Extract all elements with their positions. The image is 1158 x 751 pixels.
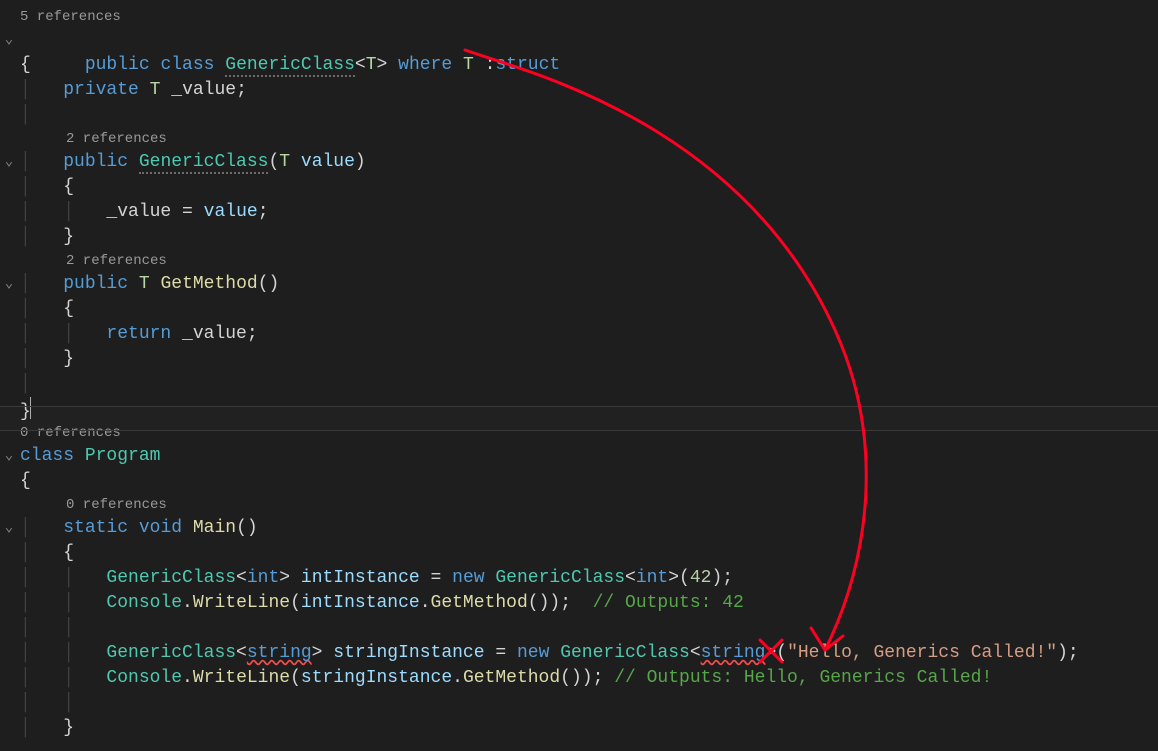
brace-open: { xyxy=(63,543,74,563)
keyword-public: public xyxy=(85,55,150,75)
keyword-return: return xyxy=(106,324,171,344)
code-line[interactable]: ⌄ class Program xyxy=(0,444,1158,469)
keyword-where: where xyxy=(398,55,452,75)
code-line[interactable]: │ xyxy=(0,372,1158,397)
class-name: GenericClass xyxy=(225,55,355,77)
codelens-row: 5 references xyxy=(0,6,1158,28)
type-string-error: string xyxy=(701,643,766,663)
code-line[interactable]: ⌄ │ static void Main() xyxy=(0,516,1158,541)
type-parameter: T xyxy=(150,80,161,100)
class-name: Program xyxy=(85,446,161,466)
constructor-name: GenericClass xyxy=(139,152,269,174)
local-variable: intInstance xyxy=(301,593,420,613)
code-line[interactable]: │ { xyxy=(0,175,1158,200)
brace-open: { xyxy=(20,471,31,491)
text-caret xyxy=(30,397,32,419)
chevron-down-icon[interactable]: ⌄ xyxy=(0,272,18,297)
code-line[interactable]: │ } xyxy=(0,225,1158,250)
code-line[interactable]: │ │ xyxy=(0,691,1158,716)
type-parameter: T xyxy=(279,152,290,172)
keyword-public: public xyxy=(63,274,128,294)
codelens-references[interactable]: 0 references xyxy=(18,422,121,444)
brace-close: } xyxy=(63,718,74,738)
code-line[interactable]: │ } xyxy=(0,716,1158,741)
code-line[interactable]: │ private T _value; xyxy=(0,78,1158,103)
brace-close: } xyxy=(63,349,74,369)
method-call: WriteLine xyxy=(193,668,290,688)
codelens-references[interactable]: 2 references xyxy=(18,128,167,150)
method-name: Main xyxy=(193,518,236,538)
code-line[interactable]: │ │ xyxy=(0,616,1158,641)
brace-close: } xyxy=(63,227,74,247)
keyword-static: static xyxy=(63,518,128,538)
code-editor[interactable]: 5 references ⌄ public class GenericClass… xyxy=(0,0,1158,751)
comment: // Outputs: 42 xyxy=(593,593,744,613)
comment: // Outputs: Hello, Generics Called! xyxy=(614,668,992,688)
type-parameter: T xyxy=(139,274,150,294)
code-line[interactable]: │ │ Console.WriteLine(stringInstance.Get… xyxy=(0,666,1158,691)
string-literal: "Hello, Generics Called!" xyxy=(787,643,1057,663)
codelens-references[interactable]: 0 references xyxy=(18,494,167,516)
type-reference: GenericClass xyxy=(106,568,236,588)
codelens-row: 2 references xyxy=(0,250,1158,272)
codelens-row: 0 references xyxy=(0,494,1158,516)
brace-open: { xyxy=(20,55,31,75)
field-reference: _value xyxy=(182,324,247,344)
field-name: _value xyxy=(171,80,236,100)
type-parameter: T xyxy=(463,55,474,75)
code-line[interactable]: │ │ return _value; xyxy=(0,322,1158,347)
field-reference: _value xyxy=(106,202,171,222)
brace-open: { xyxy=(63,177,74,197)
type-int: int xyxy=(636,568,668,588)
local-variable: intInstance xyxy=(301,568,420,588)
code-line[interactable]: } xyxy=(0,397,1158,422)
codelens-references[interactable]: 2 references xyxy=(18,250,167,272)
codelens-row: 2 references xyxy=(0,128,1158,150)
keyword-new: new xyxy=(517,643,549,663)
code-line[interactable]: ⌄ │ public T GetMethod() xyxy=(0,272,1158,297)
code-line[interactable]: │ │ Console.WriteLine(intInstance.GetMet… xyxy=(0,591,1158,616)
parameter-reference: value xyxy=(204,202,258,222)
chevron-down-icon[interactable]: ⌄ xyxy=(0,150,18,175)
code-line[interactable]: ⌄ public class GenericClass<T> where T :… xyxy=(0,28,1158,53)
chevron-down-icon[interactable]: ⌄ xyxy=(0,444,18,469)
code-line[interactable]: │ xyxy=(0,103,1158,128)
method-call: WriteLine xyxy=(193,593,290,613)
keyword-public: public xyxy=(63,152,128,172)
keyword-private: private xyxy=(63,80,139,100)
type-reference: GenericClass xyxy=(495,568,625,588)
code-line[interactable]: │ { xyxy=(0,297,1158,322)
brace-open: { xyxy=(63,299,74,319)
keyword-class: class xyxy=(20,446,74,466)
code-line[interactable]: │ │ GenericClass<int> intInstance = new … xyxy=(0,566,1158,591)
type-parameter: T xyxy=(366,55,377,75)
code-line[interactable]: │ │ GenericClass<string> stringInstance … xyxy=(0,641,1158,666)
type-reference: Console xyxy=(106,668,182,688)
keyword-new: new xyxy=(452,568,484,588)
local-variable: stringInstance xyxy=(333,643,484,663)
keyword-void: void xyxy=(139,518,182,538)
parameter: value xyxy=(301,152,355,172)
code-line[interactable]: │ } xyxy=(0,347,1158,372)
local-variable: stringInstance xyxy=(301,668,452,688)
code-line[interactable]: { xyxy=(0,469,1158,494)
code-line[interactable]: │ { xyxy=(0,541,1158,566)
type-int: int xyxy=(247,568,279,588)
type-reference: Console xyxy=(106,593,182,613)
keyword-struct: struct xyxy=(495,55,560,75)
codelens-row: 0 references xyxy=(0,422,1158,444)
type-string-error: string xyxy=(247,643,312,663)
code-line[interactable]: │ │ _value = value; xyxy=(0,200,1158,225)
type-reference: GenericClass xyxy=(106,643,236,663)
code-line[interactable]: ⌄ │ public GenericClass(T value) xyxy=(0,150,1158,175)
keyword-class: class xyxy=(160,55,214,75)
method-name: GetMethod xyxy=(160,274,257,294)
number-literal: 42 xyxy=(690,568,712,588)
chevron-down-icon[interactable]: ⌄ xyxy=(0,28,18,53)
method-call: GetMethod xyxy=(431,593,528,613)
type-reference: GenericClass xyxy=(560,643,690,663)
codelens-references[interactable]: 5 references xyxy=(18,6,121,28)
method-call: GetMethod xyxy=(463,668,560,688)
chevron-down-icon[interactable]: ⌄ xyxy=(0,516,18,541)
